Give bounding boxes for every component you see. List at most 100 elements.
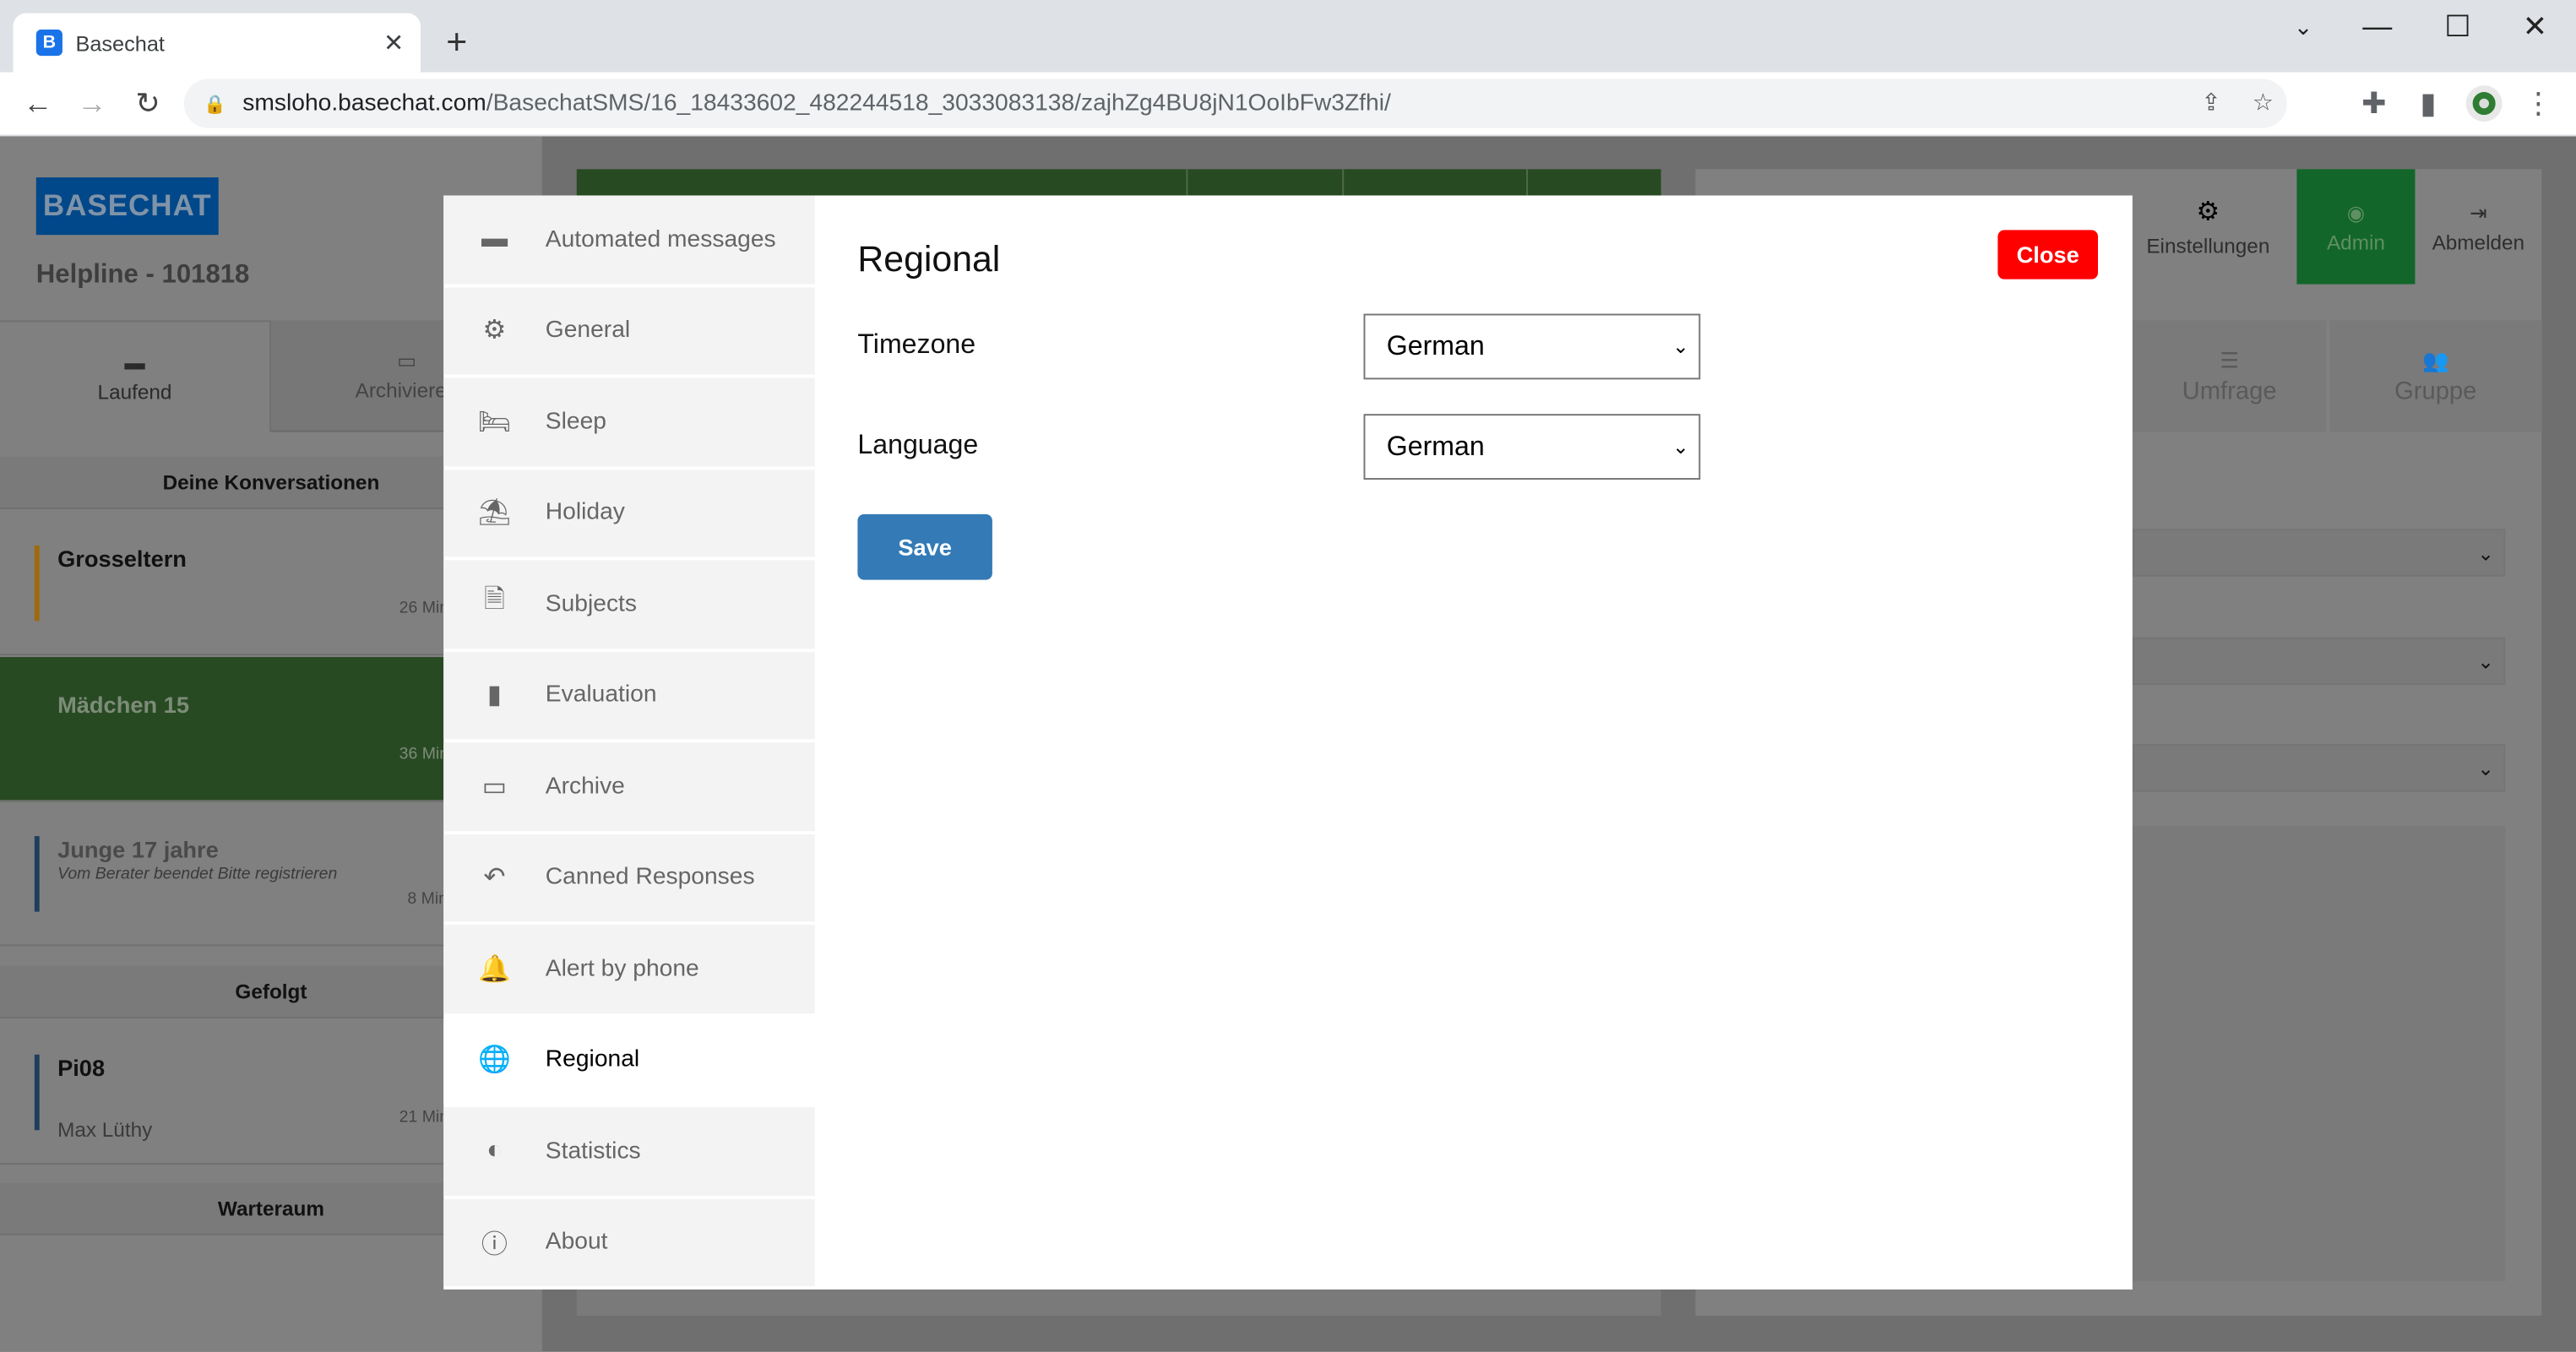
window-close-icon[interactable]: ✕ bbox=[2514, 5, 2557, 48]
menu-item-label: Statistics bbox=[546, 1138, 641, 1165]
panel-textarea[interactable] bbox=[2133, 826, 2506, 1281]
menu-item-label: About bbox=[546, 1229, 608, 1255]
menu-item-canned-responses[interactable]: ↶Canned Responses bbox=[443, 833, 815, 921]
conversation-name: Grosseltern bbox=[57, 546, 187, 572]
maximize-icon[interactable]: ☐ bbox=[2437, 5, 2480, 48]
gear-icon: ⚙ bbox=[2196, 195, 2220, 228]
tab-umfrage[interactable]: ☰ Umfrage bbox=[2133, 320, 2327, 432]
folder-icon: ▭ bbox=[397, 348, 416, 372]
chevron-down-icon: ⌄ bbox=[1672, 435, 1689, 458]
panel-select[interactable]: ⌄ bbox=[2133, 744, 2506, 791]
timezone-label: Timezone bbox=[857, 330, 976, 361]
tab-label: Umfrage bbox=[2182, 377, 2277, 405]
url-input[interactable]: 🔒 smsloho.basechat.com/BasechatSMS/16_18… bbox=[184, 79, 2287, 128]
menu-item-subjects[interactable]: 🗎Subjects bbox=[443, 560, 815, 648]
install-icon[interactable]: ⇪ bbox=[2201, 90, 2221, 117]
info-icon: ⓘ bbox=[443, 1223, 546, 1262]
conversation-subtitle: Max Lüthy bbox=[57, 1119, 152, 1142]
save-button[interactable]: Save bbox=[857, 514, 992, 580]
menu-item-automated-messages[interactable]: ▬Automated messages bbox=[443, 195, 815, 283]
bed-icon: 🛏 bbox=[443, 405, 546, 438]
tab-title: Basechat bbox=[75, 30, 383, 55]
tab-label: Archivieren bbox=[356, 379, 459, 402]
button-label: Einstellungen bbox=[2146, 235, 2269, 258]
conversation-time: 36 Min bbox=[399, 746, 448, 763]
minimize-icon[interactable]: — bbox=[2356, 5, 2399, 48]
menu-item-statistics[interactable]: ◐Statistics bbox=[443, 1107, 815, 1195]
timezone-select[interactable]: German⌄ bbox=[1364, 314, 1701, 380]
close-tab-icon[interactable]: ✕ bbox=[383, 28, 404, 57]
button-label: Admin bbox=[2327, 231, 2385, 253]
settings-menu: ▬Automated messages⚙General🛏Sleep⛱Holida… bbox=[443, 195, 815, 1290]
url-path: /BasechatSMS/16_18433602_482244518_30330… bbox=[486, 90, 1391, 117]
language-label: Language bbox=[857, 431, 978, 462]
chevron-down-icon: ⌄ bbox=[2477, 757, 2494, 779]
chevron-down-icon: ⌄ bbox=[2477, 649, 2494, 672]
tab-search-icon[interactable]: ⌄ bbox=[2282, 5, 2325, 48]
settings-button[interactable]: ⚙ Einstellungen bbox=[2119, 169, 2296, 284]
new-tab-icon[interactable]: + bbox=[435, 21, 478, 64]
browser-window: B Basechat ✕ + ⌄ — ☐ ✕ ← → ↻ 🔒 smsloho.b… bbox=[0, 0, 2576, 1352]
menu-item-alert-by-phone[interactable]: 🔔Alert by phone bbox=[443, 925, 815, 1013]
menu-item-label: Archive bbox=[546, 774, 625, 800]
helpline-label: Helpline - 101818 bbox=[36, 261, 250, 290]
menu-item-label: Canned Responses bbox=[546, 865, 755, 891]
beach-umbrella-icon: ⛱ bbox=[443, 497, 546, 529]
profile-avatar[interactable] bbox=[2466, 85, 2503, 122]
admin-button[interactable]: ◉ Admin bbox=[2296, 169, 2415, 284]
conversation-time: 26 Min bbox=[399, 600, 448, 617]
menu-item-label: Alert by phone bbox=[546, 956, 699, 982]
logout-button[interactable]: ⇥Abmelden bbox=[2415, 169, 2541, 284]
share-icon[interactable]: ☆ bbox=[2253, 90, 2274, 117]
browser-tab[interactable]: B Basechat ✕ bbox=[14, 14, 421, 73]
globe-icon: 🌐 bbox=[443, 1044, 546, 1077]
forward-icon[interactable]: → bbox=[71, 82, 114, 125]
menu-item-general[interactable]: ⚙General bbox=[443, 286, 815, 374]
menu-item-label: Regional bbox=[546, 1047, 639, 1073]
eye-icon: ◉ bbox=[2347, 199, 2365, 224]
conversation-subtitle: Vom Berater beendet Bitte registrieren bbox=[57, 866, 337, 883]
menu-item-label: Holiday bbox=[546, 500, 625, 526]
side-panel-icon[interactable]: ▮ bbox=[2407, 82, 2450, 125]
menu-item-regional[interactable]: 🌐Regional bbox=[443, 1016, 815, 1104]
modal-title: Regional bbox=[857, 238, 1000, 281]
language-select[interactable]: German⌄ bbox=[1364, 414, 1701, 480]
panel-select[interactable]: ⌄ bbox=[2133, 638, 2506, 685]
url-host: smsloho.basechat.com bbox=[242, 90, 486, 117]
conversation-name: Mädchen 15 bbox=[57, 692, 189, 718]
favicon: B bbox=[36, 30, 62, 56]
chat-icon: ▬ bbox=[124, 350, 144, 373]
list-icon: ☰ bbox=[2220, 347, 2239, 373]
logo: BASECHAT bbox=[36, 177, 219, 235]
menu-item-about[interactable]: ⓘAbout bbox=[443, 1198, 815, 1286]
group-icon: 👥 bbox=[2422, 347, 2448, 373]
chevron-down-icon: ⌄ bbox=[1672, 335, 1689, 358]
message-icon: ▬ bbox=[443, 225, 546, 254]
panel-select[interactable]: ⌄ bbox=[2133, 529, 2506, 576]
menu-item-archive[interactable]: ▭Archive bbox=[443, 742, 815, 830]
menu-item-label: Subjects bbox=[546, 591, 637, 617]
close-button[interactable]: Close bbox=[1997, 230, 2098, 279]
tab-laufend[interactable]: ▬Laufend bbox=[0, 320, 271, 432]
tab-strip: B Basechat ✕ + ⌄ — ☐ ✕ bbox=[0, 0, 2576, 73]
conversation-name: Pi08 bbox=[57, 1055, 105, 1081]
settings-modal: ▬Automated messages⚙General🛏Sleep⛱Holida… bbox=[443, 195, 2133, 1290]
lock-icon: 🔒 bbox=[204, 93, 226, 114]
extensions-icon[interactable]: ✚ bbox=[2353, 82, 2396, 125]
status-bar bbox=[35, 1055, 40, 1130]
conversation-time: 21 Min bbox=[399, 1109, 448, 1127]
menu-item-evaluation[interactable]: ▮Evaluation bbox=[443, 651, 815, 739]
menu-item-label: Evaluation bbox=[546, 682, 657, 709]
reply-icon: ↶ bbox=[443, 861, 546, 894]
menu-item-holiday[interactable]: ⛱Holiday bbox=[443, 469, 815, 557]
back-icon[interactable]: ← bbox=[16, 82, 59, 125]
menu-item-label: Automated messages bbox=[546, 226, 776, 252]
conversation-name: Junge 17 jahre bbox=[57, 836, 219, 862]
menu-item-label: Sleep bbox=[546, 409, 606, 435]
reload-icon[interactable]: ↻ bbox=[127, 82, 170, 125]
bell-icon: 🔔 bbox=[443, 953, 546, 985]
tab-gruppe[interactable]: 👥Gruppe bbox=[2329, 320, 2541, 432]
menu-item-sleep[interactable]: 🛏Sleep bbox=[443, 377, 815, 465]
menu-icon[interactable]: ⋮ bbox=[2517, 82, 2560, 125]
pie-chart-icon: ◐ bbox=[443, 1137, 546, 1166]
